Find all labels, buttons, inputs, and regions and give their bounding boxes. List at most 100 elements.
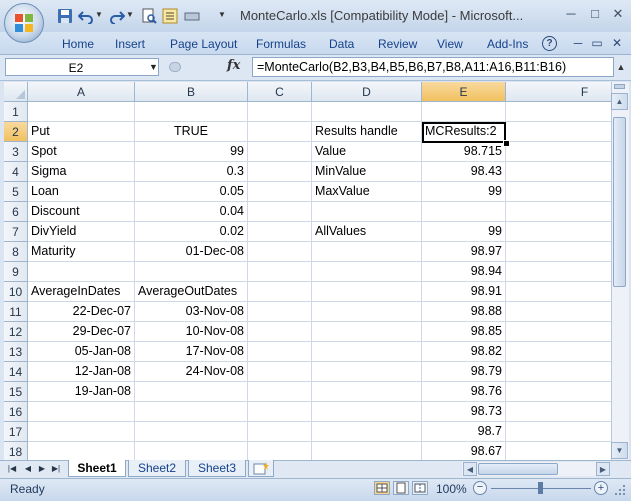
restore-window-icon[interactable]: ▭ (589, 36, 605, 50)
cell-a8[interactable]: Maturity (28, 242, 135, 262)
scroll-up-button[interactable]: ▲ (611, 93, 628, 110)
cell-c10[interactable] (248, 282, 312, 302)
cell-a4[interactable]: Sigma (28, 162, 135, 182)
cell-c9[interactable] (248, 262, 312, 282)
cell-f18[interactable] (506, 442, 611, 462)
cell-a3[interactable]: Spot (28, 142, 135, 162)
cell-f4[interactable] (506, 162, 611, 182)
cell-f5[interactable] (506, 182, 611, 202)
zoom-out-button[interactable]: − (473, 481, 487, 495)
cell-c5[interactable] (248, 182, 312, 202)
row-header-11[interactable]: 11 (4, 302, 28, 322)
cell-c16[interactable] (248, 402, 312, 422)
column-header-d[interactable]: D (312, 82, 422, 102)
cell-e17[interactable]: 98.7 (422, 422, 506, 442)
minimize-button[interactable]: ─ (560, 5, 582, 23)
cell-c7[interactable] (248, 222, 312, 242)
maximize-button[interactable]: □ (584, 5, 606, 23)
cell-c14[interactable] (248, 362, 312, 382)
cell-b11[interactable]: 03-Nov-08 (135, 302, 248, 322)
cell-a1[interactable] (28, 102, 135, 122)
cell-f1[interactable] (506, 102, 611, 122)
sheet-tab-sheet2[interactable]: Sheet2 (128, 460, 186, 477)
row-header-3[interactable]: 3 (4, 142, 28, 162)
undo-dropdown-icon[interactable]: ▼ (95, 10, 103, 19)
cell-a10[interactable]: AverageInDates (28, 282, 135, 302)
row-header-18[interactable]: 18 (4, 442, 28, 462)
cell-b13[interactable]: 17-Nov-08 (135, 342, 248, 362)
zoom-level[interactable]: 100% (436, 482, 467, 496)
cell-a9[interactable] (28, 262, 135, 282)
split-box[interactable] (614, 84, 625, 89)
cell-e12[interactable]: 98.85 (422, 322, 506, 342)
next-sheet-icon[interactable]: ▶ (36, 462, 48, 476)
cell-e13[interactable]: 98.82 (422, 342, 506, 362)
cell-f7[interactable] (506, 222, 611, 242)
row-header-2[interactable]: 2 (4, 122, 28, 142)
redo-icon[interactable] (109, 8, 125, 24)
cell-e3[interactable]: 98.715 (422, 142, 506, 162)
zoom-in-button[interactable]: + (594, 481, 608, 495)
scroll-right-button[interactable]: ▶ (596, 462, 610, 476)
cell-e16[interactable]: 98.73 (422, 402, 506, 422)
row-header-17[interactable]: 17 (4, 422, 28, 442)
page-break-preview-button[interactable] (412, 481, 428, 495)
sheet-tab-sheet1[interactable]: Sheet1 (68, 460, 126, 477)
cell-f6[interactable] (506, 202, 611, 222)
column-header-f[interactable]: F (506, 82, 611, 102)
cell-d12[interactable] (312, 322, 422, 342)
column-header-b[interactable]: B (135, 82, 248, 102)
save-icon[interactable] (57, 8, 73, 24)
cell-e5[interactable]: 99 (422, 182, 506, 202)
cell-b1[interactable] (135, 102, 248, 122)
cell-f9[interactable] (506, 262, 611, 282)
cell-b8[interactable]: 01-Dec-08 (135, 242, 248, 262)
expand-formula-bar-icon[interactable]: ▲ (615, 58, 627, 76)
cell-f12[interactable] (506, 322, 611, 342)
select-all-corner[interactable] (4, 82, 28, 102)
cell-b7[interactable]: 0.02 (135, 222, 248, 242)
cell-c12[interactable] (248, 322, 312, 342)
cell-b18[interactable] (135, 442, 248, 462)
cell-a11[interactable]: 22-Dec-07 (28, 302, 135, 322)
cell-c8[interactable] (248, 242, 312, 262)
cell-a15[interactable]: 19-Jan-08 (28, 382, 135, 402)
office-button[interactable] (4, 3, 44, 43)
row-header-10[interactable]: 10 (4, 282, 28, 302)
cell-a14[interactable]: 12-Jan-08 (28, 362, 135, 382)
cell-d18[interactable] (312, 442, 422, 462)
cell-a7[interactable]: DivYield (28, 222, 135, 242)
row-header-5[interactable]: 5 (4, 182, 28, 202)
cell-b10[interactable]: AverageOutDates (135, 282, 248, 302)
cell-d1[interactable] (312, 102, 422, 122)
zoom-slider-thumb[interactable] (538, 482, 543, 494)
tab-insert[interactable]: Insert (115, 37, 145, 51)
row-header-4[interactable]: 4 (4, 162, 28, 182)
cell-c1[interactable] (248, 102, 312, 122)
cell-d17[interactable] (312, 422, 422, 442)
cell-b9[interactable] (135, 262, 248, 282)
print-preview-icon[interactable] (141, 8, 157, 24)
cell-e6[interactable] (422, 202, 506, 222)
tab-data[interactable]: Data (329, 37, 354, 51)
undo-icon[interactable] (78, 8, 94, 24)
row-header-15[interactable]: 15 (4, 382, 28, 402)
cell-b3[interactable]: 99 (135, 142, 248, 162)
cell-c3[interactable] (248, 142, 312, 162)
cell-d13[interactable] (312, 342, 422, 362)
horizontal-scroll-thumb[interactable] (478, 463, 558, 475)
close-workbook-icon[interactable]: ✕ (609, 36, 625, 50)
row-header-12[interactable]: 12 (4, 322, 28, 342)
cell-f11[interactable] (506, 302, 611, 322)
cell-b16[interactable] (135, 402, 248, 422)
sheet-tab-sheet3[interactable]: Sheet3 (188, 460, 246, 477)
help-icon[interactable]: ? (542, 36, 557, 51)
cell-c13[interactable] (248, 342, 312, 362)
cell-d15[interactable] (312, 382, 422, 402)
cell-e4[interactable]: 98.43 (422, 162, 506, 182)
previous-sheet-icon[interactable]: ◀ (22, 462, 34, 476)
cell-d9[interactable] (312, 262, 422, 282)
tab-add-ins[interactable]: Add-Ins (487, 37, 528, 51)
fill-handle[interactable] (503, 140, 510, 147)
cell-a18[interactable] (28, 442, 135, 462)
